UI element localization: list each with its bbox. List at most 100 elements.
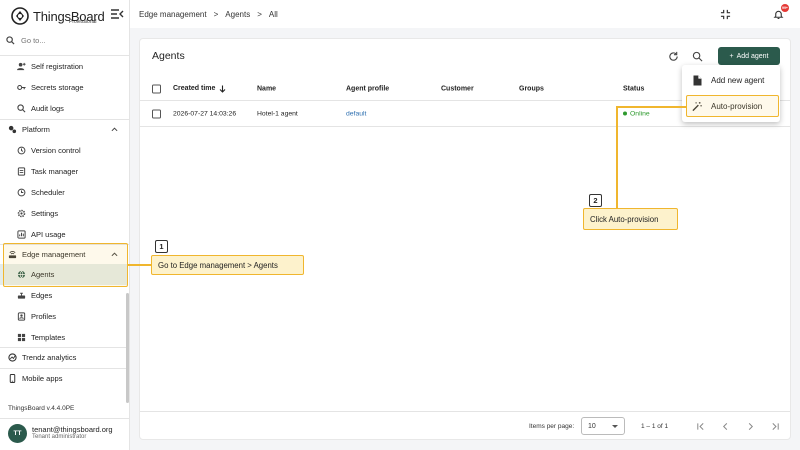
gear-icon <box>17 209 26 218</box>
sidebar-item-label: Audit logs <box>31 104 64 113</box>
sidebar-item-self-registration[interactable]: Self registration <box>0 56 128 77</box>
user-role: Tenant administrator <box>32 434 87 441</box>
notification-badge: 99+ <box>781 4 789 12</box>
sort-arrow-down-icon <box>220 85 226 93</box>
step-number-1: 1 <box>155 240 168 253</box>
highlight-edge-management <box>3 243 128 287</box>
add-agent-button[interactable]: + Add agent <box>718 47 780 65</box>
refresh-icon[interactable] <box>668 51 679 62</box>
sidebar-item-label: Trendz analytics <box>22 353 77 362</box>
phone-icon <box>8 374 17 383</box>
sidebar-item-platform[interactable]: Platform <box>0 119 128 140</box>
row-checkbox[interactable] <box>152 109 161 118</box>
callout-step-2: Click Auto-provision <box>583 208 678 230</box>
sidebar-item-settings[interactable]: Settings <box>0 203 128 224</box>
sidebar-item-label: Task manager <box>31 167 79 176</box>
sidebar-item-label: Scheduler <box>31 188 65 197</box>
items-per-page-value: 10 <box>588 422 596 430</box>
callout-step-1: Go to Edge management > Agents <box>151 255 304 275</box>
document-icon <box>692 75 702 86</box>
breadcrumb-item-agents[interactable]: Agents <box>225 10 250 19</box>
user-add-icon <box>17 62 26 71</box>
column-header-name[interactable]: Name <box>257 85 276 92</box>
breadcrumb: Edge management > Agents > All <box>139 10 278 19</box>
column-header-status[interactable]: Status <box>623 85 644 92</box>
menu-item-add-new-agent[interactable]: Add new agent <box>682 68 780 92</box>
next-page-icon[interactable] <box>746 422 755 431</box>
items-per-page-label: Items per page: <box>529 423 575 430</box>
pagination: Items per page: 10 1 – 1 of 1 <box>140 411 790 440</box>
breadcrumb-item-edge-management[interactable]: Edge management <box>139 10 207 19</box>
sidebar: ThingsBoard Professional Go to... Self r… <box>0 0 130 450</box>
callout-connector <box>616 106 618 208</box>
column-header-customer[interactable]: Customer <box>441 85 474 92</box>
sidebar-divider <box>0 418 130 419</box>
search-placeholder: Go to... <box>21 36 46 45</box>
sidebar-item-api-usage[interactable]: API usage <box>0 224 128 245</box>
sidebar-item-label: Platform <box>22 125 50 134</box>
clock-icon <box>17 188 26 197</box>
step-number-2: 2 <box>589 194 602 207</box>
breadcrumb-separator: > <box>213 10 219 19</box>
column-header-groups[interactable]: Groups <box>519 85 544 92</box>
status-label: Online <box>630 110 650 117</box>
column-header-created-time[interactable]: Created time <box>173 85 226 93</box>
sidebar-item-label: Self registration <box>31 62 84 71</box>
chevron-up-icon <box>111 127 118 132</box>
sidebar-item-label: Edges <box>31 291 53 300</box>
avatar: TT <box>8 424 27 443</box>
plus-icon: + <box>729 52 734 60</box>
sidebar-item-secrets-storage[interactable]: Secrets storage <box>0 77 128 98</box>
key-icon <box>17 83 26 92</box>
sidebar-item-templates[interactable]: Templates <box>0 327 128 348</box>
sidebar-item-trendz-analytics[interactable]: Trendz analytics <box>0 347 128 368</box>
tasks-icon <box>17 167 26 176</box>
add-agent-label: Add agent <box>736 52 769 60</box>
sidebar-item-scheduler[interactable]: Scheduler <box>0 182 128 203</box>
callout-connector <box>128 264 151 266</box>
select-all-checkbox[interactable] <box>152 84 161 93</box>
edge-icon <box>17 291 26 300</box>
sidebar-item-label: Mobile apps <box>22 374 63 383</box>
user-menu[interactable]: TT tenant@thingsboard.org Tenant adminis… <box>8 424 113 443</box>
status-badge: Online <box>623 110 650 117</box>
cell-name: Hotel-1 agent <box>257 110 298 117</box>
grid-icon <box>17 333 26 342</box>
collapse-sidebar-icon[interactable] <box>110 8 124 20</box>
last-page-icon[interactable] <box>771 422 780 431</box>
column-label: Created time <box>173 85 216 92</box>
search-icon[interactable] <box>692 51 703 62</box>
sidebar-item-task-manager[interactable]: Task manager <box>0 161 128 182</box>
cell-created-time: 2026-07-27 14:03:26 <box>173 110 237 117</box>
previous-page-icon[interactable] <box>721 422 730 431</box>
sidebar-item-label: Templates <box>31 333 66 342</box>
search-input[interactable]: Go to... <box>6 36 46 45</box>
page-title: Agents <box>152 50 185 62</box>
column-header-agent-profile[interactable]: Agent profile <box>346 85 389 92</box>
sidebar-item-label: Version control <box>31 146 81 155</box>
menu-item-label: Add new agent <box>711 75 765 85</box>
platform-icon <box>8 125 17 134</box>
history-icon <box>17 146 26 155</box>
api-icon <box>17 230 26 239</box>
dropdown-caret-icon <box>612 425 618 428</box>
pagination-range: 1 – 1 of 1 <box>641 423 669 430</box>
sidebar-item-label: Settings <box>31 209 59 218</box>
sidebar-item-edges[interactable]: Edges <box>0 285 128 306</box>
items-per-page-select[interactable]: 10 <box>581 417 625 435</box>
user-email: tenant@thingsboard.org <box>32 424 113 434</box>
breadcrumb-item-all: All <box>268 10 278 19</box>
profile-icon <box>17 312 26 321</box>
audit-icon <box>17 104 26 113</box>
cell-agent-profile-link[interactable]: default <box>346 110 366 117</box>
sidebar-item-audit-logs[interactable]: Audit logs <box>0 98 128 119</box>
sidebar-scrollbar[interactable] <box>126 293 129 403</box>
first-page-icon[interactable] <box>696 422 705 431</box>
sidebar-item-version-control[interactable]: Version control <box>0 140 128 161</box>
online-dot-icon <box>623 111 627 116</box>
sidebar-item-profiles[interactable]: Profiles <box>0 306 128 327</box>
sidebar-item-mobile-apps[interactable]: Mobile apps <box>0 368 128 389</box>
highlight-auto-provision <box>686 95 779 117</box>
fullscreen-exit-icon[interactable] <box>720 9 731 20</box>
sidebar-item-label: Secrets storage <box>31 83 84 92</box>
